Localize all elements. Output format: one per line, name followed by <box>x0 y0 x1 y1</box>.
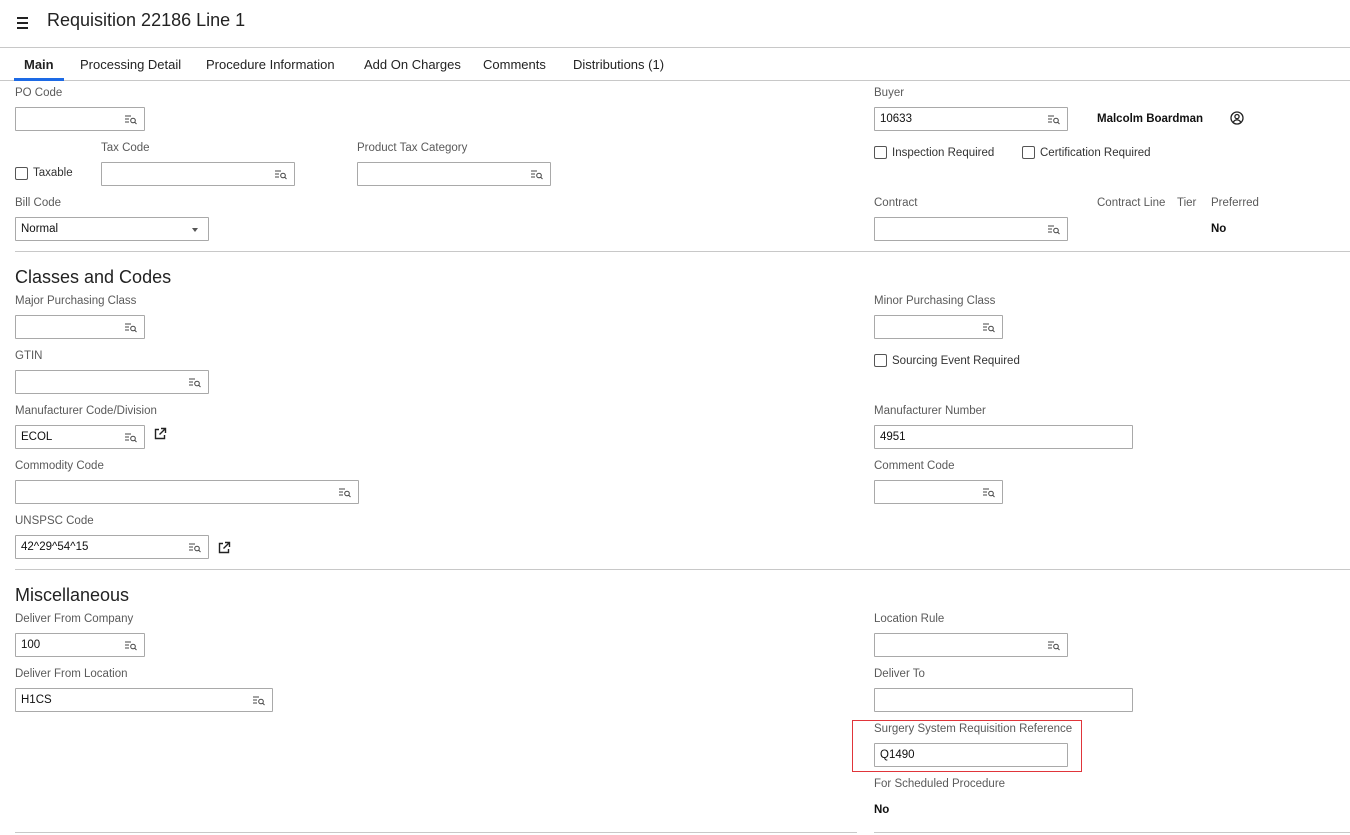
taxable-checkbox[interactable] <box>15 167 28 180</box>
surgery-ref-value: Q1490 <box>880 749 915 761</box>
manufacturer-number-input[interactable]: 4951 <box>874 425 1133 449</box>
sourcing-event-required-label: Sourcing Event Required <box>892 355 1020 367</box>
buyer-label: Buyer <box>874 87 905 99</box>
deliver-from-company-input[interactable]: 100 <box>15 633 145 657</box>
lookup-icon[interactable] <box>339 487 351 498</box>
location-rule-input[interactable] <box>874 633 1068 657</box>
contract-line-label: Contract Line <box>1097 197 1166 209</box>
section-title-miscellaneous: Miscellaneous <box>15 585 130 605</box>
sourcing-event-required-checkbox[interactable] <box>874 354 887 367</box>
chevron-down-icon <box>192 228 198 232</box>
lookup-icon[interactable] <box>189 377 201 388</box>
comment-code-label: Comment Code <box>874 460 955 472</box>
minor-purchasing-class-input[interactable] <box>874 315 1003 339</box>
lookup-icon[interactable] <box>125 114 137 125</box>
tier-label: Tier <box>1177 197 1197 209</box>
certification-required-checkbox[interactable] <box>1022 146 1035 159</box>
bill-code-label: Bill Code <box>15 197 62 209</box>
major-purchasing-class-input[interactable] <box>15 315 145 339</box>
unspsc-code-value: 42^29^54^15 <box>21 541 89 553</box>
lookup-icon[interactable] <box>253 695 265 706</box>
tax-code-label: Tax Code <box>101 142 150 154</box>
tab-processing-detail[interactable]: Processing Detail <box>80 48 181 81</box>
external-link-icon[interactable] <box>153 427 167 441</box>
deliver-to-input[interactable] <box>874 688 1133 712</box>
section-divider <box>15 832 857 833</box>
section-divider <box>15 569 1350 570</box>
inspection-required-label: Inspection Required <box>892 147 995 159</box>
deliver-from-company-label: Deliver From Company <box>15 613 134 625</box>
user-profile-icon[interactable] <box>1230 111 1244 125</box>
lookup-icon[interactable] <box>125 322 137 333</box>
manufacturer-code-value: ECOL <box>21 431 53 443</box>
tab-add-on-charges[interactable]: Add On Charges <box>364 48 461 81</box>
lookup-icon[interactable] <box>125 640 137 651</box>
lookup-icon[interactable] <box>531 169 543 180</box>
product-tax-category-input[interactable] <box>357 162 551 186</box>
manufacturer-code-input[interactable]: ECOL <box>15 425 145 449</box>
tab-main[interactable]: Main <box>14 48 64 81</box>
buyer-name: Malcolm Boardman <box>1097 113 1204 125</box>
major-purchasing-class-label: Major Purchasing Class <box>15 295 137 307</box>
tax-code-input[interactable] <box>101 162 295 186</box>
bill-code-select[interactable]: Normal <box>15 217 209 241</box>
lookup-icon[interactable] <box>275 169 287 180</box>
gtin-input[interactable] <box>15 370 209 394</box>
tab-procedure-information[interactable]: Procedure Information <box>206 48 335 81</box>
external-link-icon[interactable] <box>217 541 231 555</box>
manufacturer-code-label: Manufacturer Code/Division <box>15 405 157 417</box>
contract-input[interactable] <box>874 217 1068 241</box>
unspsc-code-label: UNSPSC Code <box>15 515 94 527</box>
deliver-from-location-value: H1CS <box>21 694 52 706</box>
po-code-label: PO Code <box>15 87 63 99</box>
lookup-icon[interactable] <box>1048 224 1060 235</box>
preferred-value: No <box>1211 223 1227 235</box>
section-divider <box>15 251 1350 252</box>
gtin-label: GTIN <box>15 350 43 362</box>
commodity-code-label: Commodity Code <box>15 460 104 472</box>
manufacturer-number-value: 4951 <box>880 431 906 443</box>
deliver-from-location-label: Deliver From Location <box>15 668 128 680</box>
page-title: Requisition 22186 Line 1 <box>47 10 246 30</box>
lookup-icon[interactable] <box>1048 114 1060 125</box>
lookup-icon[interactable] <box>983 322 995 333</box>
deliver-from-company-value: 100 <box>21 639 41 651</box>
contract-label: Contract <box>874 197 918 209</box>
surgery-ref-label: Surgery System Requisition Reference <box>874 723 1073 735</box>
lookup-icon[interactable] <box>189 542 201 553</box>
for-scheduled-procedure-label: For Scheduled Procedure <box>874 778 1006 790</box>
buyer-input[interactable]: 10633 <box>874 107 1068 131</box>
unspsc-code-input[interactable]: 42^29^54^15 <box>15 535 209 559</box>
certification-required-label: Certification Required <box>1040 147 1151 159</box>
manufacturer-number-label: Manufacturer Number <box>874 405 986 417</box>
tab-distributions[interactable]: Distributions (1) <box>573 48 664 81</box>
buyer-value: 10633 <box>880 113 912 125</box>
deliver-from-location-input[interactable]: H1CS <box>15 688 273 712</box>
for-scheduled-procedure-value: No <box>874 804 890 816</box>
minor-purchasing-class-label: Minor Purchasing Class <box>874 295 996 307</box>
bill-code-value: Normal <box>21 223 59 235</box>
commodity-code-input[interactable] <box>15 480 359 504</box>
tab-comments[interactable]: Comments <box>483 48 546 81</box>
lookup-icon[interactable] <box>1048 640 1060 651</box>
comment-code-input[interactable] <box>874 480 1003 504</box>
inspection-required-checkbox[interactable] <box>874 146 887 159</box>
deliver-to-label: Deliver To <box>874 668 925 680</box>
lookup-icon[interactable] <box>983 487 995 498</box>
preferred-label: Preferred <box>1211 197 1259 209</box>
po-code-input[interactable] <box>15 107 145 131</box>
product-tax-category-label: Product Tax Category <box>357 142 468 154</box>
location-rule-label: Location Rule <box>874 613 945 625</box>
hamburger-menu-icon[interactable] <box>15 12 31 30</box>
surgery-ref-input[interactable]: Q1490 <box>874 743 1068 767</box>
taxable-label: Taxable <box>33 167 73 179</box>
section-title-classes: Classes and Codes <box>15 267 172 287</box>
lookup-icon[interactable] <box>125 432 137 443</box>
section-divider <box>874 832 1350 833</box>
tab-bar: Main Processing Detail Procedure Informa… <box>0 47 1350 81</box>
